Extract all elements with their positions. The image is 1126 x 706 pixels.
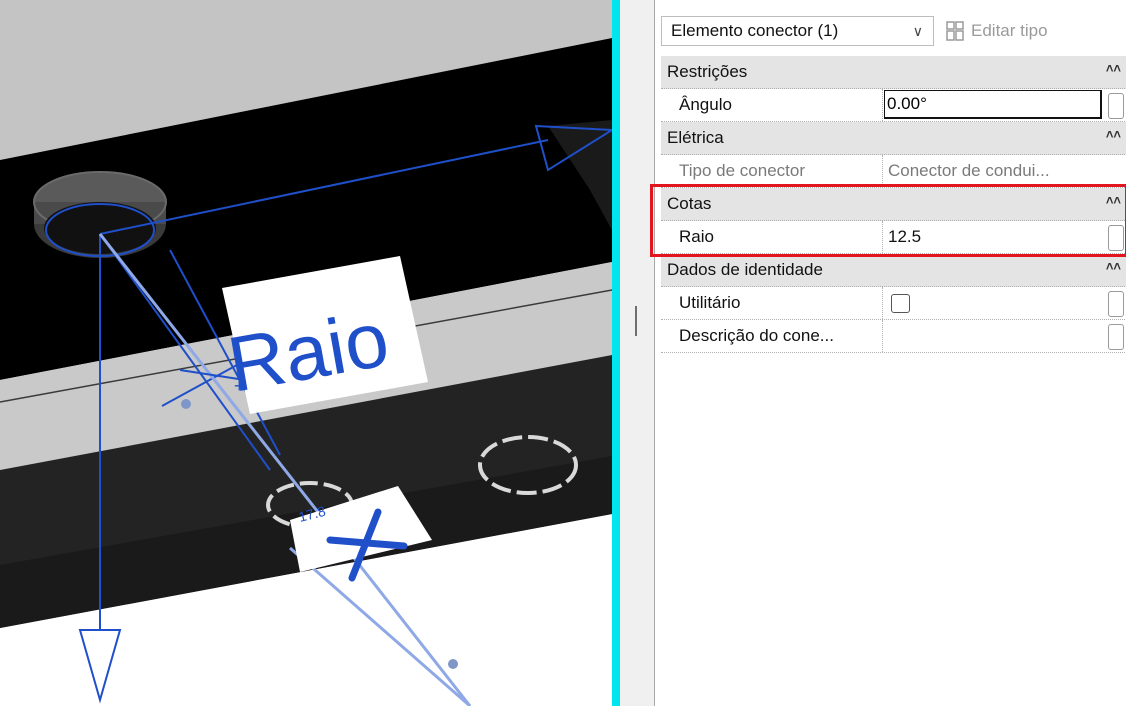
- edit-type-label: Editar tipo: [971, 21, 1048, 40]
- type-selector-value: Elemento conector (1): [671, 21, 839, 40]
- collapse-icon[interactable]: ˄˄: [1106, 193, 1121, 208]
- group-header-cotas[interactable]: Cotas ˄˄: [661, 188, 1126, 221]
- edit-type-button[interactable]: Editar tipo: [946, 16, 1048, 46]
- grip-dot: [448, 659, 458, 669]
- angle-input[interactable]: 0.00°: [884, 90, 1102, 119]
- property-row-angulo: Ângulo 0.00°: [661, 89, 1126, 122]
- property-name: Ângulo: [661, 89, 883, 121]
- edit-type-icon: [946, 21, 964, 41]
- type-selector[interactable]: Elemento conector (1) ∨: [661, 16, 934, 46]
- 3d-viewport[interactable]: + Raio 17.8: [0, 0, 612, 706]
- property-row-utilitario: Utilitário: [661, 287, 1126, 320]
- property-row-descricao: Descrição do cone...: [661, 320, 1126, 353]
- radius-value[interactable]: 12.5: [884, 221, 1104, 253]
- chevron-down-icon[interactable]: ∨: [913, 23, 923, 40]
- properties-panel: Elemento conector (1) ∨ Editar tipo Rest…: [655, 0, 1126, 706]
- group-header-eletrica[interactable]: Elétrica ˄˄: [661, 122, 1126, 155]
- model-canvas[interactable]: + Raio 17.8: [0, 0, 612, 706]
- property-row-raio: Raio 12.5: [661, 221, 1126, 254]
- property-name: Tipo de conector: [661, 155, 883, 187]
- property-name: Descrição do cone...: [661, 320, 883, 352]
- description-value[interactable]: [884, 320, 1104, 352]
- utilitario-checkbox[interactable]: [891, 294, 910, 313]
- associate-parameter-button[interactable]: [1108, 324, 1124, 350]
- type-selector-row: Elemento conector (1) ∨ Editar tipo: [661, 10, 1121, 52]
- collapse-icon[interactable]: ˄˄: [1106, 259, 1121, 274]
- group-header-restricoes[interactable]: Restrições ˄˄: [661, 56, 1126, 89]
- resize-grip[interactable]: [635, 306, 637, 336]
- associate-parameter-button[interactable]: [1108, 291, 1124, 317]
- viewport-splitter[interactable]: [612, 0, 620, 706]
- group-header-dados-de-identidade[interactable]: Dados de identidade ˄˄: [661, 254, 1126, 287]
- panel-gutter: [620, 0, 654, 706]
- property-row-tipo-de-conector: Tipo de conector Conector de condui...: [661, 155, 1126, 188]
- property-name: Raio: [661, 221, 883, 253]
- properties-grid: Restrições ˄˄ Ângulo 0.00° Elétrica ˄˄ T…: [661, 56, 1126, 353]
- grip-dot: [181, 399, 191, 409]
- associate-parameter-button[interactable]: [1108, 93, 1124, 119]
- collapse-icon[interactable]: ˄˄: [1106, 61, 1121, 76]
- connector-type-value: Conector de condui...: [888, 161, 1050, 180]
- collapse-icon[interactable]: ˄˄: [1106, 127, 1121, 142]
- associate-parameter-button[interactable]: [1108, 225, 1124, 251]
- property-name: Utilitário: [661, 287, 883, 319]
